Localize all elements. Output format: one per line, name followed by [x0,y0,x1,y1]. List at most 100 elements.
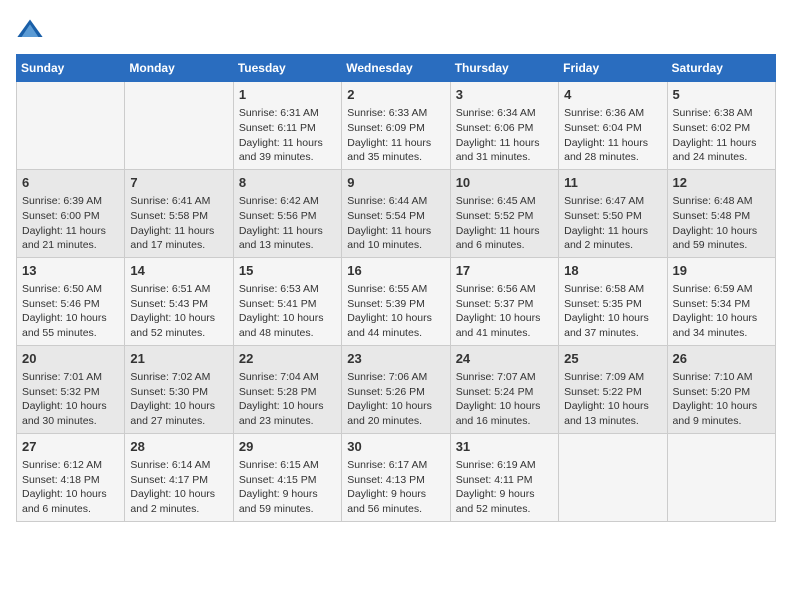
calendar-cell: 9 Sunrise: 6:44 AM Sunset: 5:54 PM Daylig… [342,169,450,257]
cell-content: Sunrise: 6:19 AM Sunset: 4:11 PM Dayligh… [456,458,553,517]
cell-content: Sunrise: 6:36 AM Sunset: 6:04 PM Dayligh… [564,106,661,165]
weekday-header: Wednesday [342,55,450,82]
day-number: 30 [347,438,444,456]
calendar-cell: 24 Sunrise: 7:07 AM Sunset: 5:24 PM Dayli… [450,345,558,433]
calendar-cell: 31 Sunrise: 6:19 AM Sunset: 4:11 PM Dayli… [450,433,558,521]
calendar-cell [667,433,775,521]
calendar-cell: 30 Sunrise: 6:17 AM Sunset: 4:13 PM Dayli… [342,433,450,521]
calendar-body: 1 Sunrise: 6:31 AM Sunset: 6:11 PM Daylig… [17,82,776,522]
cell-content: Sunrise: 6:33 AM Sunset: 6:09 PM Dayligh… [347,106,444,165]
cell-content: Sunrise: 6:41 AM Sunset: 5:58 PM Dayligh… [130,194,227,253]
calendar-cell: 11 Sunrise: 6:47 AM Sunset: 5:50 PM Dayli… [559,169,667,257]
calendar-cell [125,82,233,170]
weekday-header: Tuesday [233,55,341,82]
calendar-cell: 4 Sunrise: 6:36 AM Sunset: 6:04 PM Daylig… [559,82,667,170]
cell-content: Sunrise: 6:51 AM Sunset: 5:43 PM Dayligh… [130,282,227,341]
weekday-header: Monday [125,55,233,82]
calendar-cell: 5 Sunrise: 6:38 AM Sunset: 6:02 PM Daylig… [667,82,775,170]
weekday-header: Sunday [17,55,125,82]
cell-content: Sunrise: 6:34 AM Sunset: 6:06 PM Dayligh… [456,106,553,165]
calendar-cell: 12 Sunrise: 6:48 AM Sunset: 5:48 PM Dayli… [667,169,775,257]
calendar-cell: 16Sunrise: 6:55 AM Sunset: 5:39 PM Dayli… [342,257,450,345]
calendar-cell: 2 Sunrise: 6:33 AM Sunset: 6:09 PM Daylig… [342,82,450,170]
cell-content: Sunrise: 6:39 AM Sunset: 6:00 PM Dayligh… [22,194,119,253]
cell-content: Sunrise: 6:50 AM Sunset: 5:46 PM Dayligh… [22,282,119,341]
day-number: 10 [456,174,553,192]
logo [16,16,48,44]
cell-content: Sunrise: 7:04 AM Sunset: 5:28 PM Dayligh… [239,370,336,429]
calendar-cell: 14 Sunrise: 6:51 AM Sunset: 5:43 PM Dayli… [125,257,233,345]
day-number: 7 [130,174,227,192]
cell-content: Sunrise: 6:53 AM Sunset: 5:41 PM Dayligh… [239,282,336,341]
day-number: 1 [239,86,336,104]
day-number: 20 [22,350,119,368]
day-number: 14 [130,262,227,280]
day-number: 29 [239,438,336,456]
calendar-cell: 10Sunrise: 6:45 AM Sunset: 5:52 PM Dayli… [450,169,558,257]
page-header [16,16,776,44]
day-number: 4 [564,86,661,104]
calendar-cell: 21 Sunrise: 7:02 AM Sunset: 5:30 PM Dayli… [125,345,233,433]
day-number: 11 [564,174,661,192]
day-number: 8 [239,174,336,192]
calendar-cell: 23 Sunrise: 7:06 AM Sunset: 5:26 PM Dayli… [342,345,450,433]
cell-content: Sunrise: 6:12 AM Sunset: 4:18 PM Dayligh… [22,458,119,517]
day-number: 25 [564,350,661,368]
day-number: 17 [456,262,553,280]
cell-content: Sunrise: 6:38 AM Sunset: 6:02 PM Dayligh… [673,106,770,165]
day-number: 13 [22,262,119,280]
day-number: 26 [673,350,770,368]
day-number: 22 [239,350,336,368]
cell-content: Sunrise: 6:48 AM Sunset: 5:48 PM Dayligh… [673,194,770,253]
cell-content: Sunrise: 6:56 AM Sunset: 5:37 PM Dayligh… [456,282,553,341]
cell-content: Sunrise: 7:09 AM Sunset: 5:22 PM Dayligh… [564,370,661,429]
calendar-cell: 8 Sunrise: 6:42 AM Sunset: 5:56 PM Daylig… [233,169,341,257]
calendar-cell: 28 Sunrise: 6:14 AM Sunset: 4:17 PM Dayli… [125,433,233,521]
weekday-header: Saturday [667,55,775,82]
calendar-cell: 20 Sunrise: 7:01 AM Sunset: 5:32 PM Dayli… [17,345,125,433]
day-number: 2 [347,86,444,104]
weekday-header: Friday [559,55,667,82]
weekday-header: Thursday [450,55,558,82]
cell-content: Sunrise: 6:44 AM Sunset: 5:54 PM Dayligh… [347,194,444,253]
calendar-cell: 13 Sunrise: 6:50 AM Sunset: 5:46 PM Dayli… [17,257,125,345]
calendar-header: SundayMondayTuesdayWednesdayThursdayFrid… [17,55,776,82]
calendar-cell: 18Sunrise: 6:58 AM Sunset: 5:35 PM Dayli… [559,257,667,345]
calendar-cell: 7 Sunrise: 6:41 AM Sunset: 5:58 PM Daylig… [125,169,233,257]
calendar-cell: 6Sunrise: 6:39 AM Sunset: 6:00 PM Daylig… [17,169,125,257]
day-number: 9 [347,174,444,192]
day-number: 15 [239,262,336,280]
calendar-cell: 19Sunrise: 6:59 AM Sunset: 5:34 PM Dayli… [667,257,775,345]
calendar-cell [559,433,667,521]
calendar-cell: 3Sunrise: 6:34 AM Sunset: 6:06 PM Daylig… [450,82,558,170]
cell-content: Sunrise: 7:07 AM Sunset: 5:24 PM Dayligh… [456,370,553,429]
calendar-cell: 1 Sunrise: 6:31 AM Sunset: 6:11 PM Daylig… [233,82,341,170]
calendar-cell: 26 Sunrise: 7:10 AM Sunset: 5:20 PM Dayli… [667,345,775,433]
cell-content: Sunrise: 7:06 AM Sunset: 5:26 PM Dayligh… [347,370,444,429]
cell-content: Sunrise: 6:17 AM Sunset: 4:13 PM Dayligh… [347,458,444,517]
cell-content: Sunrise: 6:15 AM Sunset: 4:15 PM Dayligh… [239,458,336,517]
cell-content: Sunrise: 6:42 AM Sunset: 5:56 PM Dayligh… [239,194,336,253]
cell-content: Sunrise: 6:58 AM Sunset: 5:35 PM Dayligh… [564,282,661,341]
calendar-cell: 17 Sunrise: 6:56 AM Sunset: 5:37 PM Dayli… [450,257,558,345]
cell-content: Sunrise: 6:31 AM Sunset: 6:11 PM Dayligh… [239,106,336,165]
day-number: 12 [673,174,770,192]
day-number: 5 [673,86,770,104]
cell-content: Sunrise: 6:14 AM Sunset: 4:17 PM Dayligh… [130,458,227,517]
calendar-cell: 25 Sunrise: 7:09 AM Sunset: 5:22 PM Dayli… [559,345,667,433]
day-number: 24 [456,350,553,368]
day-number: 31 [456,438,553,456]
logo-icon [16,16,44,44]
calendar-cell: 27Sunrise: 6:12 AM Sunset: 4:18 PM Dayli… [17,433,125,521]
cell-content: Sunrise: 6:47 AM Sunset: 5:50 PM Dayligh… [564,194,661,253]
calendar-cell: 15 Sunrise: 6:53 AM Sunset: 5:41 PM Dayli… [233,257,341,345]
calendar-cell: 22 Sunrise: 7:04 AM Sunset: 5:28 PM Dayli… [233,345,341,433]
day-number: 23 [347,350,444,368]
cell-content: Sunrise: 7:02 AM Sunset: 5:30 PM Dayligh… [130,370,227,429]
cell-content: Sunrise: 7:01 AM Sunset: 5:32 PM Dayligh… [22,370,119,429]
day-number: 21 [130,350,227,368]
day-number: 16 [347,262,444,280]
day-number: 28 [130,438,227,456]
cell-content: Sunrise: 6:59 AM Sunset: 5:34 PM Dayligh… [673,282,770,341]
cell-content: Sunrise: 7:10 AM Sunset: 5:20 PM Dayligh… [673,370,770,429]
